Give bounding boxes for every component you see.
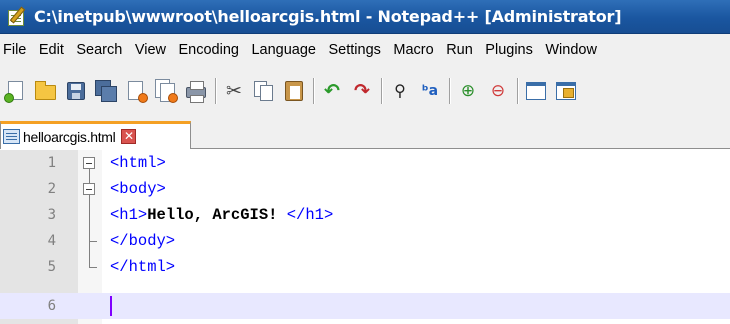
tab-helloarcgis[interactable]: helloarcgis.html ✕ (0, 121, 191, 149)
file-saved-icon (3, 129, 20, 144)
line-number: 4 (47, 233, 56, 249)
window-title: C:\inetpub\wwwroot\helloarcgis.html - No… (34, 7, 622, 26)
line-number: 6 (47, 298, 56, 314)
text-caret (110, 296, 112, 316)
undo-icon[interactable]: ↶ (320, 79, 344, 103)
fold-end-marker (89, 241, 97, 242)
copy-icon[interactable] (252, 79, 276, 103)
toolbar-separator (449, 78, 451, 104)
code-token: <body> (110, 180, 166, 198)
toolbar-separator (381, 78, 383, 104)
current-line[interactable]: 6 (0, 293, 730, 319)
menu-language[interactable]: Language (251, 42, 316, 58)
code-line[interactable]: 4 </body> (0, 228, 730, 254)
new-file-icon[interactable] (4, 79, 28, 103)
code-text: </html> (110, 254, 175, 280)
find-icon[interactable]: ⚲ (388, 79, 412, 103)
fold-line (89, 195, 90, 267)
menu-bar: File Edit Search View Encoding Language … (0, 34, 730, 66)
menu-encoding[interactable]: Encoding (179, 42, 239, 58)
toolbar-separator (215, 78, 217, 104)
code-text: </body> (110, 228, 175, 254)
save-icon[interactable] (64, 79, 88, 103)
replace-icon[interactable]: ᵇa (418, 79, 442, 103)
zoom-out-icon[interactable]: ⊖ (486, 79, 510, 103)
editor-area[interactable]: 1 <html> 2 <body> 3 <h1>Hello, ArcGIS! <… (0, 150, 730, 324)
title-bar: C:\inetpub\wwwroot\helloarcgis.html - No… (0, 0, 730, 34)
code-text: <html> (110, 150, 166, 176)
toolbar-separator (313, 78, 315, 104)
line-number: 3 (47, 207, 56, 223)
notepadplusplus-icon[interactable] (6, 5, 28, 28)
open-file-icon[interactable] (34, 79, 58, 103)
line-number: 5 (47, 259, 56, 275)
save-all-icon[interactable] (94, 79, 118, 103)
sync-vertical-icon[interactable] (524, 79, 548, 103)
zoom-in-icon[interactable]: ⊕ (456, 79, 480, 103)
fold-end-marker (89, 267, 97, 268)
code-text: <body> (110, 176, 166, 202)
line-number: 1 (47, 155, 56, 171)
menu-plugins[interactable]: Plugins (485, 42, 533, 58)
menu-settings[interactable]: Settings (328, 42, 380, 58)
code-token: <h1> (110, 206, 148, 224)
fold-toggle-icon[interactable] (83, 183, 95, 195)
code-token: </body> (110, 232, 176, 250)
tab-bar: helloarcgis.html ✕ (0, 116, 730, 149)
fold-toggle-icon[interactable] (83, 157, 95, 169)
paste-icon[interactable] (282, 79, 306, 103)
code-token: Hello, ArcGIS! (147, 206, 287, 224)
menu-macro[interactable]: Macro (393, 42, 433, 58)
redo-icon[interactable]: ↷ (350, 79, 374, 103)
fold-line (89, 169, 90, 183)
menu-search[interactable]: Search (76, 42, 122, 58)
menu-window[interactable]: Window (545, 42, 597, 58)
code-token: </html> (110, 258, 176, 276)
code-token: </h1> (286, 206, 334, 224)
menu-edit[interactable]: Edit (39, 42, 64, 58)
code-line[interactable]: 2 <body> (0, 176, 730, 202)
code-line[interactable]: 1 <html> (0, 150, 730, 176)
line-number: 2 (47, 181, 56, 197)
close-icon[interactable] (124, 79, 148, 103)
close-tab-icon[interactable]: ✕ (121, 129, 137, 144)
tab-label: helloarcgis.html (23, 128, 116, 145)
cut-icon[interactable]: ✂ (222, 79, 246, 103)
close-all-icon[interactable] (154, 79, 178, 103)
toolbar-separator (517, 78, 519, 104)
toolbar: ✂ ↶ ↷ ⚲ ᵇa ⊕ ⊖ (0, 66, 730, 116)
code-text: <h1>Hello, ArcGIS! </h1> (110, 202, 333, 228)
print-icon[interactable] (184, 79, 208, 103)
code-line[interactable]: 5 </html> (0, 254, 730, 280)
code-line[interactable]: 3 <h1>Hello, ArcGIS! </h1> (0, 202, 730, 228)
code-token: <html> (110, 154, 166, 172)
menu-run[interactable]: Run (446, 42, 473, 58)
sync-horizontal-icon[interactable] (554, 79, 578, 103)
menu-view[interactable]: View (135, 42, 166, 58)
menu-file[interactable]: File (3, 42, 26, 58)
